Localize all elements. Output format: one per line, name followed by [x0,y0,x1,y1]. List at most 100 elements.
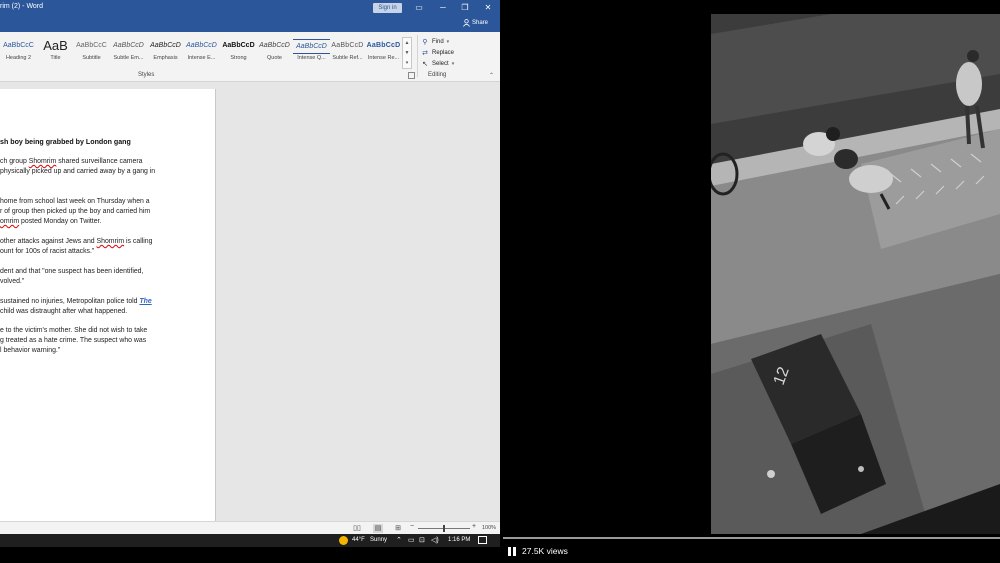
styles-gallery: AaBbCcC Heading 2 AaB Title AaBbCcC Subt… [0,38,400,66]
video-frame[interactable]: 12 [711,14,1000,534]
video-progress-bar[interactable] [503,537,1000,539]
text-run: sustained no injuries, Metropolitan poli… [0,298,140,305]
style-sample: AaBbCcD [113,42,144,49]
style-intense-emphasis[interactable]: AaBbCcD Intense E... [183,38,220,66]
paragraph-line: child was distraught after what happened… [0,308,128,315]
network-icon[interactable]: ⊡ [419,536,425,545]
style-title[interactable]: AaB Title [37,38,74,66]
close-icon[interactable]: ✕ [481,2,495,14]
paragraph-line: r of group then picked up the boy and ca… [0,208,151,215]
style-strong[interactable]: AaBbCcD Strong [220,38,257,66]
tablet-icon[interactable]: ▭ [408,536,415,545]
select-button[interactable]: ↖ Select ▾ [421,58,491,69]
cctv-footage: 12 [711,14,1000,534]
web-layout-icon[interactable]: ⊞ [393,524,403,533]
notification-icon[interactable] [478,536,487,544]
title-bar: rim (2) - Word Sign in ▭ ─ ❐ ✕ [0,0,500,16]
select-label: Select [432,60,449,67]
paragraph-line: other attacks against Jews and Shomrim i… [0,237,152,247]
style-name: Subtle Em... [113,55,144,61]
style-sample: AaBbCcD [150,42,181,49]
share-label: Share [471,20,488,26]
style-sample: AaBbCcD [186,42,217,49]
window-title: rim (2) - Word [0,3,44,10]
weather-temperature[interactable]: 44°F [352,537,365,543]
hyperlink[interactable]: The [139,298,151,305]
style-subtle-emphasis[interactable]: AaBbCcD Subtle Em... [110,38,147,66]
style-name: Quote [267,55,282,61]
search-icon: ⚲ [422,38,428,46]
paragraph-line: ch group Shomrim shared surveillance cam… [0,157,143,167]
paragraph-line: omrim posted Monday on Twitter. [0,217,101,227]
document-title: sh boy being grabbed by London gang [0,138,131,146]
style-sample: AaBbCcC [3,42,34,49]
paragraph-line: home from school last week on Thursday w… [0,198,150,205]
find-button[interactable]: ⚲ Find ▾ [421,36,491,47]
cursor-icon: ↖ [422,60,428,68]
clock[interactable]: 1:16 PM [448,537,470,543]
style-name: Intense E... [187,55,216,61]
volume-icon[interactable]: ◁) [431,536,439,545]
pause-icon[interactable] [507,546,517,557]
ribbon: AaBbCcC Heading 2 AaB Title AaBbCcC Subt… [0,32,500,82]
zoom-slider-thumb[interactable] [443,525,445,532]
style-quote[interactable]: AaBbCcD Quote [256,38,293,66]
share-button[interactable]: Share [463,19,488,27]
style-name: Subtitle [82,55,101,61]
zoom-level[interactable]: 100% [482,525,496,531]
style-sample: AaBbCcD [259,42,290,49]
style-name: Strong [230,55,247,61]
misspelled-word[interactable]: omrim [0,218,19,225]
collapse-ribbon-icon[interactable]: ⌃ [489,72,494,79]
sign-in-button[interactable]: Sign in [373,3,402,13]
styles-group-label: Styles [138,72,155,78]
style-intense-reference[interactable]: AaBbCcD Intense Re... [365,38,402,66]
person-icon [463,19,470,27]
style-subtitle[interactable]: AaBbCcC Subtitle [73,38,110,66]
view-count: 27.5K views [522,546,568,556]
replace-icon: ⇄ [422,49,428,57]
paragraph-line: sustained no injuries, Metropolitan poli… [0,297,152,307]
style-name: Emphasis [153,55,178,61]
scroll-down-icon[interactable]: ▼ [403,48,411,58]
status-bar: ▯▯ ▤ ⊞ − + 100% [0,521,500,534]
sun-icon[interactable] [339,536,348,545]
weather-condition[interactable]: Sunny [370,537,387,543]
taskbar: 44°F Sunny ⌃ ▭ ⊡ ◁) 1:16 PM [0,534,500,547]
more-styles-icon[interactable]: ▾ [403,58,411,68]
zoom-out-icon[interactable]: − [410,523,414,530]
read-mode-icon[interactable]: ▯▯ [352,524,362,533]
text-run: posted Monday on Twitter. [19,218,102,225]
style-sample: AaBbCcD [293,39,330,54]
editing-group-label: Editing [428,72,447,78]
chevron-up-icon[interactable]: ⌃ [396,536,402,545]
styles-dialog-launcher-icon[interactable] [408,72,415,79]
style-sample: AaBbCcD [366,42,401,49]
style-emphasis[interactable]: AaBbCcD Emphasis [147,38,184,66]
zoom-in-icon[interactable]: + [472,523,476,530]
style-sample: AaBbCcD [331,42,364,49]
print-layout-icon[interactable]: ▤ [373,524,383,533]
text-run: other attacks against Jews and [0,238,97,245]
document-page[interactable]: sh boy being grabbed by London gang ch g… [0,89,216,521]
ribbon-display-options-icon[interactable]: ▭ [412,2,426,14]
style-subtle-reference[interactable]: AaBbCcD Subtle Ref... [329,38,366,66]
replace-label: Replace [432,49,455,56]
style-heading-2[interactable]: AaBbCcC Heading 2 [0,38,37,66]
misspelled-word[interactable]: Shomrim [97,238,125,245]
replace-button[interactable]: ⇄ Replace [421,47,491,58]
misspelled-word[interactable]: Shomrim [29,158,57,165]
style-sample: AaBbCcD [222,42,255,49]
scroll-up-icon[interactable]: ▲ [403,38,411,48]
paragraph-line: ount for 100s of racist attacks." [0,248,95,255]
restore-icon[interactable]: ❐ [458,2,472,14]
styles-gallery-scroll[interactable]: ▲ ▼ ▾ [402,37,412,69]
paragraph-line: dent and that "one suspect has been iden… [0,268,144,275]
style-name: Heading 2 [5,55,32,61]
style-intense-quote[interactable]: AaBbCcD Intense Q... [293,38,330,66]
ribbon-tab-bar: Share [0,16,500,32]
minimize-icon[interactable]: ─ [436,2,450,14]
style-name: Subtle Ref... [332,55,363,61]
style-name: Intense Q... [297,55,326,61]
chevron-down-icon: ▾ [446,38,450,45]
